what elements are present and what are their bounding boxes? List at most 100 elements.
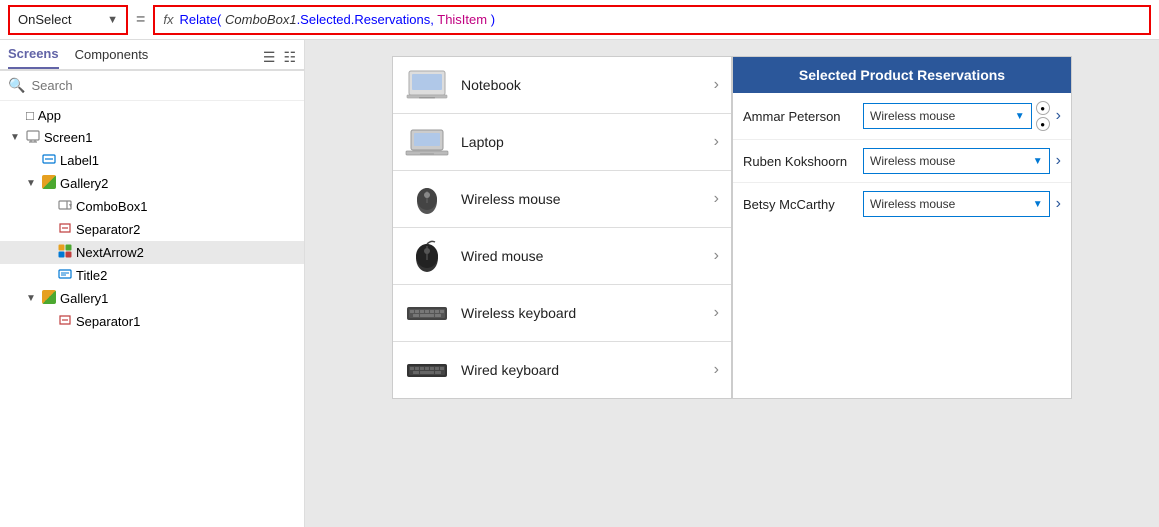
tree-item-separator2[interactable]: Separator2 bbox=[0, 218, 304, 241]
notebook-img bbox=[405, 67, 449, 103]
product-row-laptop[interactable]: Laptop › bbox=[393, 114, 731, 171]
gallery1-label: Gallery1 bbox=[60, 291, 108, 306]
tree-item-nextarrow2[interactable]: NextArrow2 bbox=[0, 241, 304, 264]
reservation-value-0: Wireless mouse bbox=[870, 109, 955, 123]
formula-close: ) bbox=[491, 12, 495, 27]
title2-label: Title2 bbox=[76, 268, 107, 283]
product-list: Notebook › Laptop › Wireless mouse bbox=[392, 56, 732, 399]
keyboard-arrow: › bbox=[714, 361, 719, 379]
sidebar: Screens Components ☰ ☷ 🔍 □ App ▼ bbox=[0, 40, 305, 527]
tree: □ App ▼ Screen1 Label1 ▼ bbox=[0, 101, 304, 527]
product-name-notebook: Notebook bbox=[461, 77, 714, 93]
separator-icon bbox=[58, 221, 72, 238]
reservation-select-2[interactable]: Wireless mouse ▼ bbox=[863, 191, 1050, 217]
product-row-wkeyboard[interactable]: Wireless keyboard › bbox=[393, 285, 731, 342]
wkeyboard-img bbox=[405, 295, 449, 331]
app-label: App bbox=[38, 108, 61, 123]
gallery2-label: Gallery2 bbox=[60, 176, 108, 191]
reservation-arrow-0[interactable]: › bbox=[1056, 107, 1061, 125]
reservation-name-2: Betsy McCarthy bbox=[743, 197, 863, 212]
reservation-select-0[interactable]: Wireless mouse ▼ bbox=[863, 103, 1032, 129]
formula-input[interactable]: fx Relate( ComboBox1.Selected.Reservatio… bbox=[153, 5, 1151, 35]
product-row-mouse[interactable]: Wired mouse › bbox=[393, 228, 731, 285]
wmouse-arrow: › bbox=[714, 190, 719, 208]
mouse-img bbox=[405, 238, 449, 274]
nextarrow-icon bbox=[58, 244, 72, 261]
separator1-label: Separator1 bbox=[76, 314, 140, 329]
nextarrow2-label: NextArrow2 bbox=[76, 245, 144, 260]
search-icon: 🔍 bbox=[8, 77, 25, 94]
formula-code: Relate( ComboBox1.Selected.Reservations,… bbox=[179, 12, 495, 27]
reservation-arrow-1[interactable]: › bbox=[1056, 152, 1061, 170]
product-name-mouse: Wired mouse bbox=[461, 248, 714, 264]
gallery2-chevron: ▼ bbox=[26, 178, 38, 189]
tab-components[interactable]: Components bbox=[75, 47, 149, 68]
reservation-select-1[interactable]: Wireless mouse ▼ bbox=[863, 148, 1050, 174]
reservation-name-0: Ammar Peterson bbox=[743, 109, 863, 124]
chevron-down-icon: ▼ bbox=[107, 14, 118, 26]
product-row-keyboard[interactable]: Wired keyboard › bbox=[393, 342, 731, 398]
event-dropdown[interactable]: OnSelect ▼ bbox=[8, 5, 128, 35]
product-name-laptop: Laptop bbox=[461, 134, 714, 150]
grid-icon[interactable]: ☷ bbox=[283, 49, 296, 66]
reservations-header: Selected Product Reservations bbox=[733, 57, 1071, 93]
circle-up-0[interactable]: ● bbox=[1036, 101, 1050, 115]
select-chevron-0: ▼ bbox=[1015, 111, 1025, 122]
separator1-icon bbox=[58, 313, 72, 330]
reservations-panel: Selected Product Reservations Ammar Pete… bbox=[732, 56, 1072, 399]
canvas: Notebook › Laptop › Wireless mouse bbox=[305, 40, 1159, 527]
select-chevron-2: ▼ bbox=[1033, 199, 1043, 210]
circle-buttons-0: ● ● bbox=[1036, 101, 1050, 131]
reservation-row-1: Ruben Kokshoorn Wireless mouse ▼ › bbox=[733, 140, 1071, 183]
tree-item-app[interactable]: □ App bbox=[0, 105, 304, 126]
wmouse-img bbox=[405, 181, 449, 217]
product-name-wkeyboard: Wireless keyboard bbox=[461, 305, 714, 321]
gallery-icon bbox=[42, 175, 56, 192]
title-icon bbox=[58, 267, 72, 284]
product-row-notebook[interactable]: Notebook › bbox=[393, 57, 731, 114]
product-name-keyboard: Wired keyboard bbox=[461, 362, 714, 378]
laptop-arrow: › bbox=[714, 133, 719, 151]
combobox1-label: ComboBox1 bbox=[76, 199, 148, 214]
separator2-label: Separator2 bbox=[76, 222, 140, 237]
reservation-arrow-2[interactable]: › bbox=[1056, 195, 1061, 213]
product-panel: Notebook › Laptop › Wireless mouse bbox=[392, 56, 1072, 399]
formula-bar: OnSelect ▼ = fx Relate( ComboBox1.Select… bbox=[0, 0, 1159, 40]
product-name-wmouse: Wireless mouse bbox=[461, 191, 714, 207]
reservation-name-1: Ruben Kokshoorn bbox=[743, 154, 863, 169]
formula-relate: Relate( bbox=[179, 12, 221, 27]
gallery1-chevron: ▼ bbox=[26, 293, 38, 304]
tree-item-combobox1[interactable]: ▼ ComboBox1 bbox=[0, 195, 304, 218]
keyboard-img bbox=[405, 352, 449, 388]
combobox-icon: ▼ bbox=[58, 198, 72, 215]
screen1-label: Screen1 bbox=[44, 130, 92, 145]
screen1-chevron: ▼ bbox=[10, 132, 22, 143]
tree-item-separator1[interactable]: Separator1 bbox=[0, 310, 304, 333]
tree-item-title2[interactable]: Title2 bbox=[0, 264, 304, 287]
formula-dot: .Selected.Reservations, bbox=[297, 12, 434, 27]
main-layout: Screens Components ☰ ☷ 🔍 □ App ▼ bbox=[0, 40, 1159, 527]
list-icon[interactable]: ☰ bbox=[263, 49, 276, 66]
fx-icon: fx bbox=[163, 12, 173, 27]
product-row-wmouse[interactable]: Wireless mouse › bbox=[393, 171, 731, 228]
tree-item-gallery1[interactable]: ▼ Gallery1 bbox=[0, 287, 304, 310]
tree-item-gallery2[interactable]: ▼ Gallery2 bbox=[0, 172, 304, 195]
mouse-arrow: › bbox=[714, 247, 719, 265]
label1-label: Label1 bbox=[60, 153, 99, 168]
sidebar-tabs: Screens Components ☰ ☷ bbox=[0, 40, 304, 71]
tab-screens[interactable]: Screens bbox=[8, 46, 59, 69]
formula-combobox: ComboBox1 bbox=[225, 12, 297, 27]
tree-item-label1[interactable]: Label1 bbox=[0, 149, 304, 172]
screen-icon bbox=[26, 129, 40, 146]
circle-down-0[interactable]: ● bbox=[1036, 117, 1050, 131]
search-input[interactable] bbox=[31, 78, 296, 93]
laptop-img bbox=[405, 124, 449, 160]
reservation-row-2: Betsy McCarthy Wireless mouse ▼ › bbox=[733, 183, 1071, 225]
select-chevron-1: ▼ bbox=[1033, 156, 1043, 167]
search-box: 🔍 bbox=[0, 71, 304, 101]
tab-icons: ☰ ☷ bbox=[263, 49, 296, 66]
app-icon: □ bbox=[26, 108, 34, 123]
equals-sign: = bbox=[136, 11, 145, 29]
tree-item-screen1[interactable]: ▼ Screen1 bbox=[0, 126, 304, 149]
reservation-value-1: Wireless mouse bbox=[870, 154, 955, 168]
